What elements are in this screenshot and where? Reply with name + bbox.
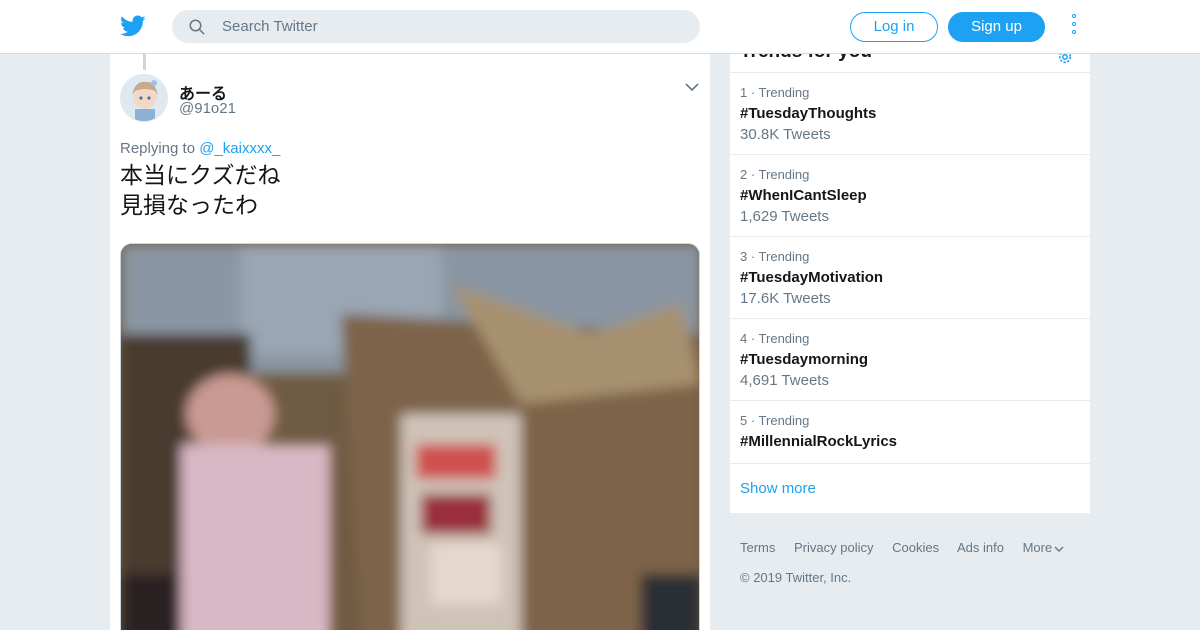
user-handle[interactable]: @91o21	[179, 100, 236, 117]
top-header: Search Twitter Log in Sign up	[0, 0, 1200, 54]
footer-link-more[interactable]: More	[1023, 540, 1065, 555]
tweet-text: 本当にクズだね 見損なったわ	[120, 160, 281, 220]
thread-line	[143, 54, 146, 70]
search-placeholder: Search Twitter	[222, 18, 318, 35]
trend-item[interactable]: 1 · Trending #TuesdayThoughts 30.8K Twee…	[730, 73, 1090, 155]
trend-count: 4,691 Tweets	[740, 372, 829, 389]
trend-count: 17.6K Tweets	[740, 290, 831, 307]
footer-link-privacy[interactable]: Privacy policy	[794, 540, 873, 555]
trend-item[interactable]: 2 · Trending #WhenICantSleep 1,629 Tweet…	[730, 155, 1090, 237]
trend-name[interactable]: #WhenICantSleep	[740, 187, 867, 204]
trends-title: Trends for you	[740, 54, 872, 63]
avatar[interactable]	[120, 74, 168, 122]
trend-meta: 3 · Trending	[740, 249, 810, 264]
login-button[interactable]: Log in	[850, 12, 938, 42]
trend-name[interactable]: #TuesdayMotivation	[740, 269, 883, 286]
chevron-down-icon	[1054, 546, 1064, 552]
footer-links: Terms Privacy policy Cookies Ads info Mo…	[740, 540, 1079, 555]
trend-name[interactable]: #Tuesdaymorning	[740, 351, 868, 368]
media-image	[121, 244, 699, 630]
gear-icon[interactable]	[1056, 54, 1074, 66]
footer-link-cookies[interactable]: Cookies	[892, 540, 939, 555]
tweet-media[interactable]	[120, 243, 700, 630]
tweet-text-line-2: 見損なったわ	[120, 192, 258, 218]
tweet-card: あーる @91o21 Replying to @_kaixxxx_ 本当にクズだ…	[110, 54, 710, 630]
footer-link-terms[interactable]: Terms	[740, 540, 775, 555]
twitter-bird-icon[interactable]	[120, 13, 146, 39]
trends-panel: Trends for you 1 · Trending #TuesdayThou…	[730, 54, 1090, 513]
footer-more-label: More	[1022, 540, 1053, 555]
more-options-icon[interactable]	[1068, 14, 1080, 40]
replying-to-link[interactable]: @_kaixxxx_	[199, 140, 280, 157]
trend-meta: 1 · Trending	[740, 85, 810, 100]
trend-item[interactable]: 4 · Trending #Tuesdaymorning 4,691 Tweet…	[730, 319, 1090, 401]
show-more-link[interactable]: Show more	[740, 480, 816, 497]
replying-prefix: Replying to	[120, 140, 196, 157]
tweet-text-line-1: 本当にクズだね	[120, 162, 281, 188]
trend-name[interactable]: #MillennialRockLyrics	[740, 433, 897, 450]
trend-count: 30.8K Tweets	[740, 126, 831, 143]
trend-meta: 2 · Trending	[740, 167, 810, 182]
trend-meta: 5 · Trending	[740, 413, 810, 428]
trend-meta: 4 · Trending	[740, 331, 810, 346]
trend-name[interactable]: #TuesdayThoughts	[740, 105, 876, 122]
trend-count: 1,629 Tweets	[740, 208, 829, 225]
avatar-image	[121, 75, 167, 121]
search-input[interactable]: Search Twitter	[172, 10, 700, 43]
chevron-down-icon[interactable]	[685, 82, 699, 92]
trend-item[interactable]: 3 · Trending #TuesdayMotivation 17.6K Tw…	[730, 237, 1090, 319]
replying-to: Replying to @_kaixxxx_	[120, 140, 280, 157]
copyright: © 2019 Twitter, Inc.	[740, 570, 852, 585]
trend-item[interactable]: 5 · Trending #MillennialRockLyrics	[730, 401, 1090, 464]
footer-link-ads-info[interactable]: Ads info	[957, 540, 1004, 555]
search-icon	[189, 19, 205, 35]
signup-button[interactable]: Sign up	[948, 12, 1045, 42]
